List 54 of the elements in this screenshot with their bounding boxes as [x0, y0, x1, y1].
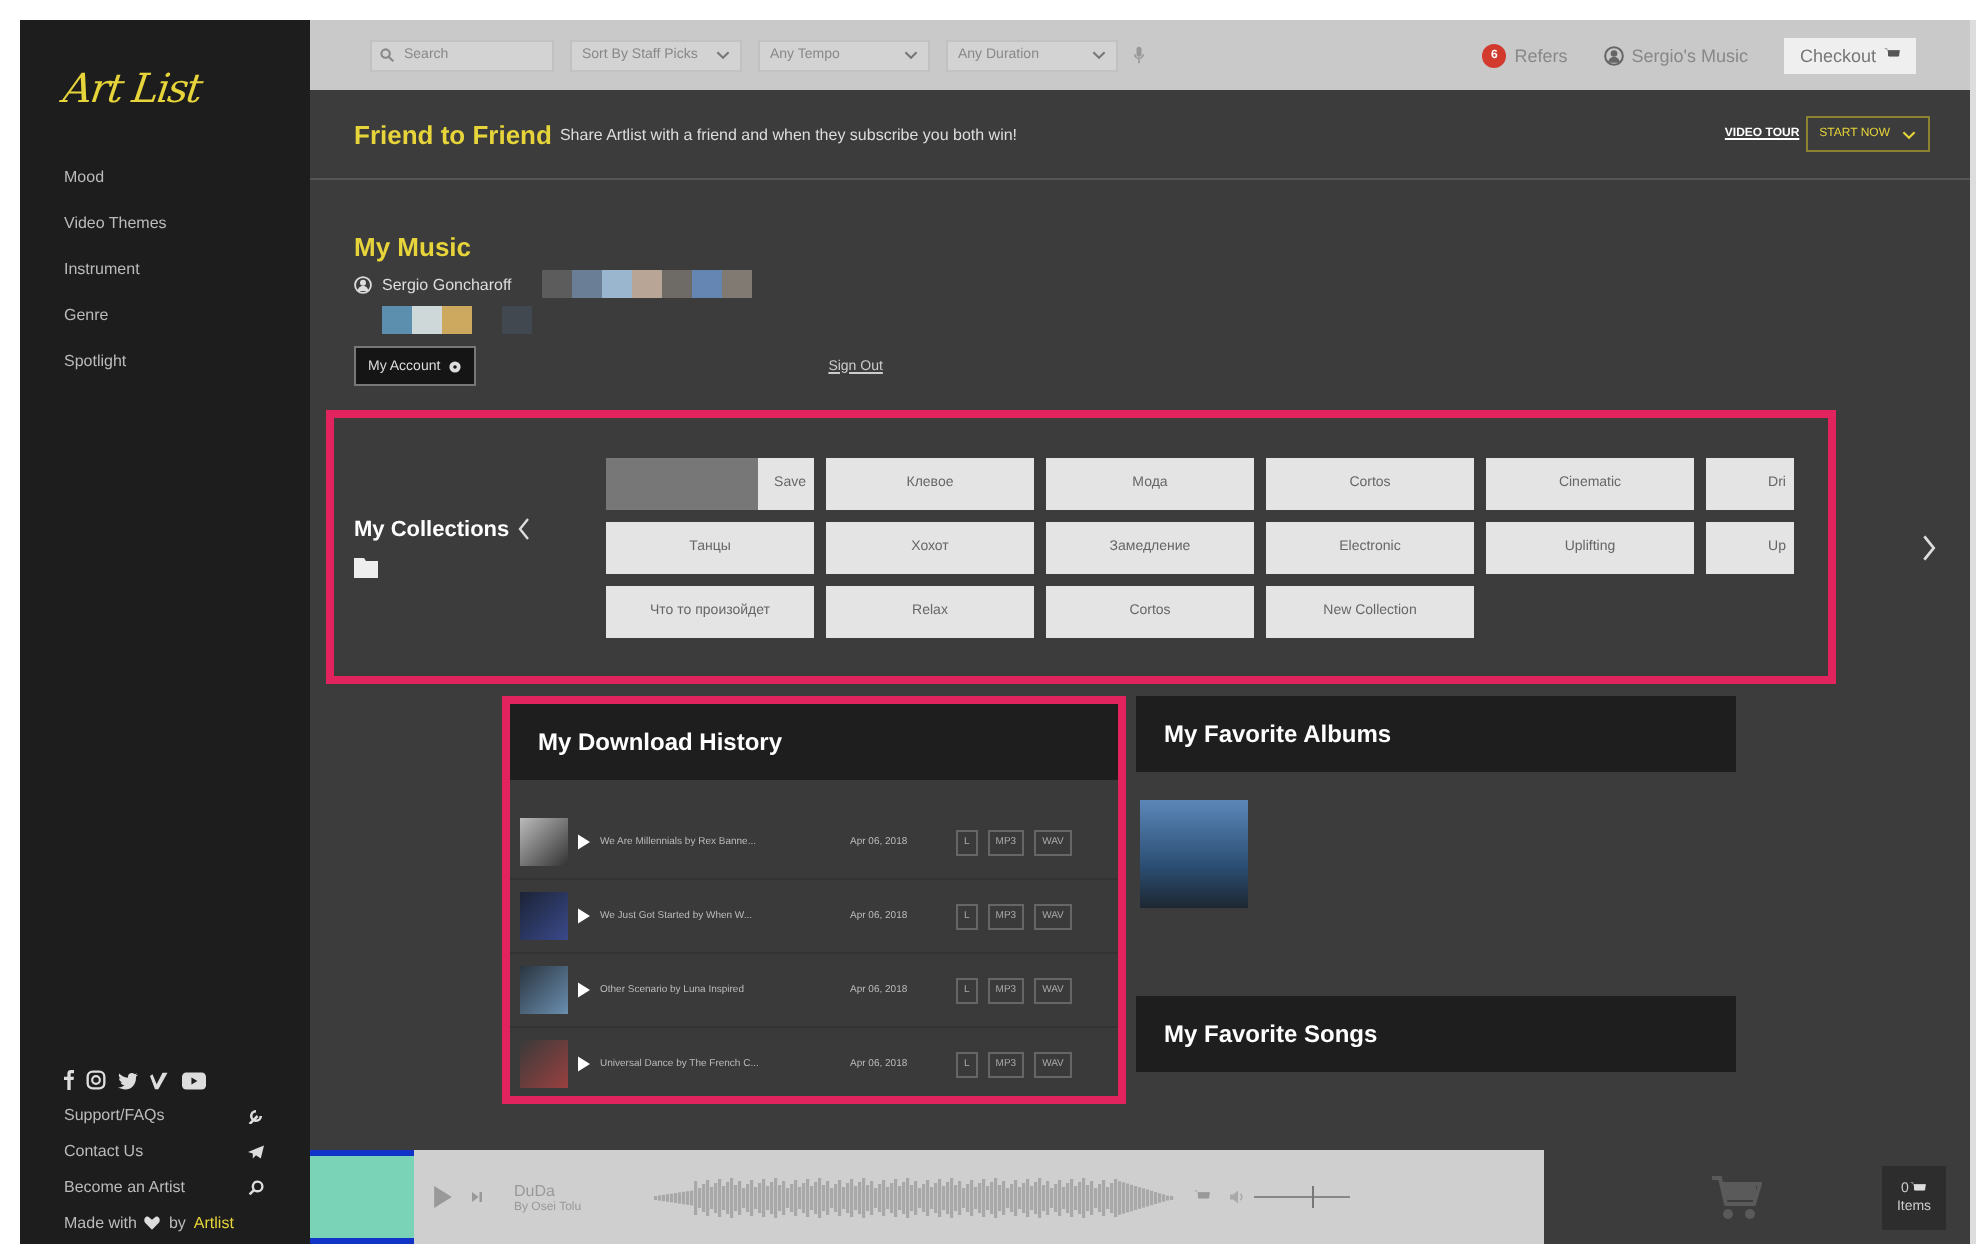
play-icon[interactable] — [578, 982, 590, 998]
album-art — [310, 1150, 414, 1244]
play-icon[interactable] — [578, 908, 590, 924]
panel-header: My Download History — [510, 704, 1118, 780]
brand-link[interactable]: Artlist — [193, 1214, 234, 1232]
facebook-icon[interactable] — [64, 1070, 74, 1090]
footer-link[interactable]: Support/FAQs — [64, 1106, 165, 1124]
footer-link[interactable]: Contact Us — [64, 1142, 144, 1160]
search-icon — [380, 48, 394, 62]
wrench-icon — [248, 1107, 264, 1123]
cart-icon — [1710, 1175, 1762, 1219]
magnifier-icon — [248, 1179, 264, 1195]
photo-placeholder — [520, 818, 568, 866]
banner-text: Share Artlist with a friend and when they subscribe you both win! — [559, 125, 1018, 143]
user-icon — [354, 275, 372, 293]
folder-icon — [354, 558, 378, 578]
paper-plane-icon — [248, 1143, 264, 1159]
chevron-right-icon[interactable] — [1922, 534, 1936, 562]
photo-placeholder — [520, 892, 568, 940]
panel-header: My Favorite Albums — [1136, 696, 1736, 772]
checkout-button[interactable]: Checkout — [1783, 37, 1916, 73]
chevron-down-icon — [1092, 50, 1106, 60]
chevron-left-icon[interactable] — [517, 516, 530, 542]
nav-item[interactable]: Instrument — [64, 260, 140, 278]
photo-placeholder — [520, 966, 568, 1014]
footer-text: by — [168, 1214, 186, 1232]
banner-title: Friend to Friend — [354, 119, 552, 149]
nav-item[interactable]: Video Themes — [64, 214, 167, 232]
section-title: My Collections — [354, 517, 510, 541]
cart-icon — [1884, 48, 1900, 62]
album-cover[interactable] — [1140, 800, 1248, 908]
user-name: Sergio Goncharoff — [382, 275, 512, 293]
play-icon[interactable] — [578, 1056, 590, 1072]
youtube-icon[interactable] — [182, 1071, 206, 1089]
heart-icon — [144, 1216, 161, 1230]
volume-icon — [1230, 1190, 1246, 1204]
chevron-down-icon — [1902, 129, 1916, 139]
vimeo-icon[interactable] — [150, 1071, 170, 1089]
cart-icon — [1910, 1181, 1927, 1195]
nav-item[interactable]: Genre — [64, 306, 109, 324]
play-icon[interactable] — [578, 834, 590, 850]
footer-link[interactable]: Become an Artist — [64, 1178, 185, 1196]
nav-item[interactable]: Mood — [64, 168, 105, 186]
nav-item[interactable]: Spotlight — [64, 352, 127, 370]
chevron-down-icon — [716, 50, 730, 60]
twitter-icon[interactable] — [118, 1071, 138, 1089]
chevron-down-icon — [904, 50, 918, 60]
user-icon — [1603, 45, 1624, 65]
section-title: My Music — [354, 232, 474, 262]
logo[interactable]: Art List — [60, 64, 205, 112]
instagram-icon[interactable] — [86, 1070, 106, 1090]
photo-placeholder — [520, 1040, 568, 1088]
panel-header: My Favorite Songs — [1136, 996, 1736, 1072]
footer-text: Made with — [64, 1214, 137, 1232]
